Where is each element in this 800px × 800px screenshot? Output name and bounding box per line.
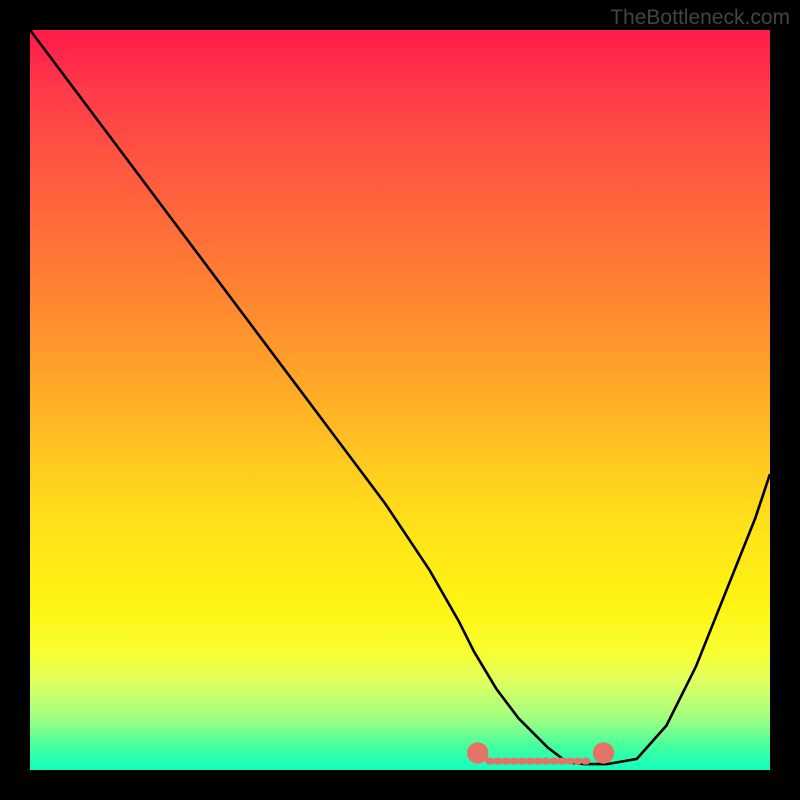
chart-background-gradient xyxy=(30,30,770,770)
watermark-text: TheBottleneck.com xyxy=(610,6,790,30)
